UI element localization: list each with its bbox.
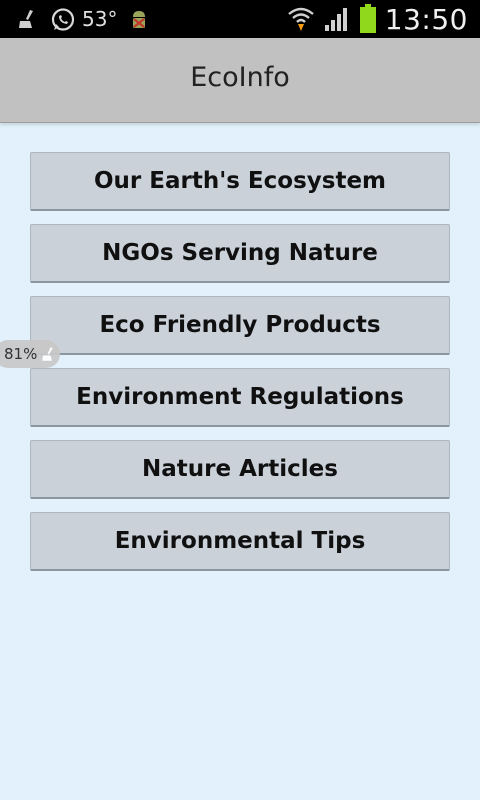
system-icons: 13:50 [287,2,468,36]
regulations-button[interactable]: Environment Regulations [30,368,450,427]
status-bar: 53° 13:50 [0,0,480,38]
signal-icon [323,5,351,33]
eco-products-button[interactable]: Eco Friendly Products [30,296,450,355]
battery-percent-text: 81% [4,345,38,363]
android-debug-icon [127,7,151,31]
broom-icon [40,345,58,363]
battery-overlay[interactable]: 81% [0,340,60,368]
wifi-icon [287,5,315,33]
app-title: EcoInfo [190,62,290,93]
notification-icons: 53° [16,4,151,34]
tips-button[interactable]: Environmental Tips [30,512,450,571]
ecosystem-button[interactable]: Our Earth's Ecosystem [30,152,450,211]
clock-time: 13:50 [384,2,468,36]
broom-icon [16,7,40,31]
action-bar: EcoInfo [0,38,480,123]
articles-button[interactable]: Nature Articles [30,440,450,499]
battery-icon [359,4,377,34]
temperature-text: 53° [82,7,118,31]
whatsapp-icon [50,7,75,31]
ngos-button[interactable]: NGOs Serving Nature [30,224,450,283]
main-menu: Our Earth's Ecosystem NGOs Serving Natur… [30,152,450,584]
